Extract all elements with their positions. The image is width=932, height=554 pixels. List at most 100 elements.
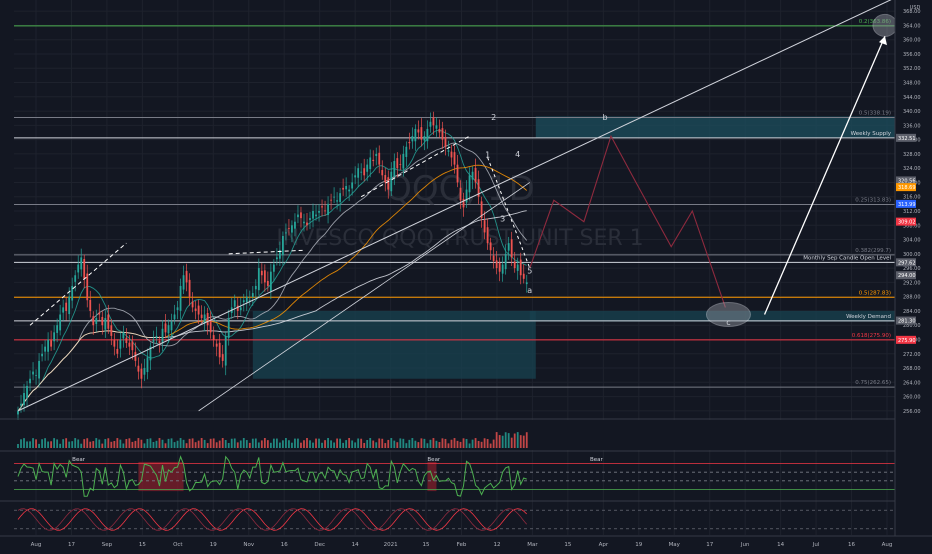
candle-body (167, 325, 170, 334)
volume-bar (104, 439, 107, 448)
volume-bar (140, 439, 143, 448)
volume-bar (279, 442, 281, 448)
level-label: Weekly Demand (846, 314, 891, 320)
candle-body (342, 187, 345, 190)
candle-body (32, 371, 34, 375)
volume-bar (504, 432, 507, 448)
time-tick: 16 (848, 542, 855, 548)
candle-body (140, 368, 143, 379)
candle-body (393, 161, 396, 177)
volume-bar (387, 439, 390, 448)
volume-bar (272, 438, 275, 448)
candle-body (59, 314, 62, 331)
price-tick: 340.00 (903, 109, 921, 115)
candle-body (405, 146, 408, 157)
candle-body (125, 337, 128, 344)
volume-bar (312, 442, 314, 448)
candle-body (194, 308, 197, 311)
candle-body (423, 136, 426, 141)
time-tick: Jul (812, 542, 820, 548)
volume-bar (53, 438, 56, 448)
wave-label: 3 (500, 215, 505, 224)
volume-bar (438, 442, 441, 448)
volume-bar (92, 441, 95, 448)
volume-bar (248, 442, 251, 448)
candle-body (417, 129, 420, 133)
volume-bar (510, 437, 513, 448)
price-tick: 344.00 (903, 95, 921, 101)
volume-bar (489, 443, 492, 448)
candle-body (486, 227, 489, 244)
candle-body (188, 279, 191, 297)
volume-bar (71, 441, 74, 448)
price-badge-text: 332.51 (898, 136, 916, 142)
candle-body (113, 340, 116, 347)
price-badge-text: 297.62 (898, 260, 916, 266)
candle-body (218, 342, 221, 358)
volume-bar (297, 438, 299, 448)
candle-body (408, 142, 411, 144)
chart-svg[interactable]: 0.2(363.86)0.5(338.19)Weekly Supply0.25(… (0, 0, 932, 550)
price-tick: 300.00 (903, 252, 921, 258)
volume-bar (444, 438, 447, 448)
candle-body (474, 167, 477, 183)
price-tick: 260.00 (903, 395, 921, 401)
volume-bar (26, 441, 28, 448)
price-axis[interactable]: USD256.00260.00264.00268.00272.00276.002… (894, 0, 932, 550)
level-label: 0.5(338.19) (859, 111, 891, 117)
candle-body (47, 339, 50, 352)
price-tick: 256.00 (903, 409, 921, 415)
candle-body (200, 314, 203, 319)
volume-bar (417, 442, 420, 448)
volume-bar (411, 438, 414, 448)
volume-bar (74, 438, 77, 448)
volume-bar (47, 441, 50, 448)
volume-bar (176, 440, 179, 448)
volume-bar (128, 438, 131, 448)
volume-bar (20, 439, 22, 448)
candle-body (333, 196, 335, 198)
candle-body (306, 222, 308, 226)
volume-bar (203, 439, 206, 448)
candle-body (62, 307, 65, 313)
candle-body (510, 239, 513, 258)
time-axis[interactable]: Aug 17 Sep 15 Oct 19 Nov 16 Dec 14 2021 15 Feb 12 Mar 1… (0, 535, 932, 550)
candle-body (441, 128, 444, 140)
volume-bar (414, 440, 417, 448)
volume-bar (375, 442, 378, 448)
volume-bar (306, 438, 308, 448)
candle-body (128, 342, 131, 347)
candle-body (143, 368, 146, 375)
volume-bar (215, 442, 218, 448)
candle-body (372, 159, 375, 162)
candle-body (291, 225, 293, 233)
volume-bar (245, 440, 248, 448)
candle-body (263, 270, 266, 283)
volume-bar (191, 438, 194, 448)
candle-body (146, 357, 149, 373)
volume-bar (423, 438, 426, 448)
candle-body (221, 354, 224, 361)
chart-area[interactable]: 0.2(363.86) 0.5(338.19) Weekly Supply 0.25(… (0, 0, 932, 550)
volume-bar (260, 440, 263, 448)
price-tick: 364.00 (903, 23, 921, 29)
volume-bar (429, 439, 432, 448)
rsi-bear-label: Bear (427, 457, 441, 463)
rsi-bear-label: Bear (72, 457, 86, 463)
candle-body (185, 270, 188, 283)
wave-label: 1 (485, 150, 490, 159)
volume-bar (516, 432, 519, 448)
candle-body (453, 152, 456, 165)
candle-body (20, 403, 22, 406)
volume-panel[interactable]: 47.92373059.48M (0, 418, 932, 450)
volume-bar (221, 438, 224, 448)
volume-bar (23, 438, 25, 448)
time-tick: Oct (173, 542, 183, 548)
volume-bar (254, 438, 257, 448)
candle-body (137, 365, 140, 372)
time-tick: 2021 (384, 542, 398, 548)
volume-bar (465, 438, 468, 448)
volume-bar (282, 440, 284, 448)
candle-body (212, 335, 215, 340)
volume-bar (167, 438, 170, 448)
